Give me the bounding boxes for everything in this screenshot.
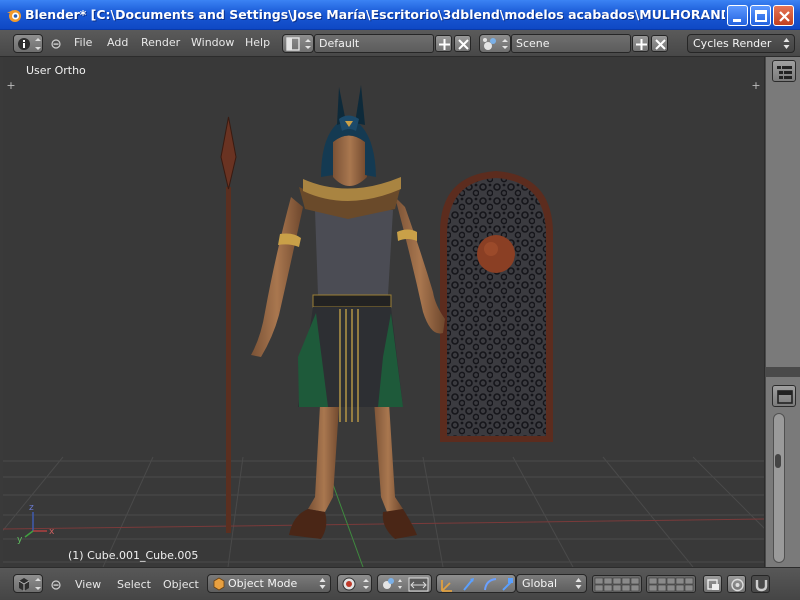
viewport-shading-button[interactable]: [337, 574, 372, 593]
render-layer-icon: [707, 579, 719, 590]
tool-shelf-toggle-icon[interactable]: +: [6, 80, 16, 91]
add-screen-button[interactable]: [435, 35, 452, 52]
menu-window[interactable]: Window: [191, 36, 234, 50]
outliner-icon: [777, 66, 792, 79]
minimize-button[interactable]: [727, 5, 748, 26]
screen-layout-field[interactable]: Default: [314, 34, 434, 53]
right-side-editors: [764, 57, 800, 567]
active-object-label: (1) Cube.001_Cube.005: [68, 549, 199, 562]
render-engine-dropdown[interactable]: Cycles Render: [687, 34, 795, 53]
maximize-button[interactable]: [750, 5, 771, 26]
spear: [220, 116, 237, 533]
magnet-icon: [755, 580, 768, 592]
scene-field[interactable]: Scene: [511, 34, 631, 53]
transform-orientation-dropdown[interactable]: Global: [516, 574, 587, 593]
scrollbar-thumb[interactable]: [775, 454, 781, 468]
chevron-up-down-icon: [783, 38, 790, 49]
axis-x-label: x: [49, 527, 55, 537]
outliner-editor-button[interactable]: [772, 60, 796, 82]
close-icon: [779, 11, 790, 22]
render-engine-label: Cycles Render: [693, 37, 772, 50]
x-icon: [458, 39, 469, 50]
outliner-area[interactable]: [766, 57, 800, 367]
plus-icon: [636, 39, 647, 50]
add-scene-button[interactable]: [632, 35, 649, 52]
3d-view-header: View Select Object Object Mode Global: [0, 567, 800, 600]
axis-z-label: z: [29, 503, 34, 513]
layers-group-1[interactable]: [592, 575, 642, 593]
mode-label: Object Mode: [228, 577, 298, 590]
menu-file[interactable]: File: [74, 36, 92, 50]
transform-manipulators[interactable]: [436, 574, 516, 593]
properties-icon: [777, 390, 793, 404]
3d-view-icon: [18, 578, 41, 591]
proportional-edit-icon: [731, 578, 744, 592]
anubis-warrior: [251, 85, 445, 539]
minimize-icon: [733, 19, 741, 22]
delete-screen-button[interactable]: [454, 35, 471, 52]
layer-buttons-icon: [594, 577, 640, 592]
blender-logo-icon: [7, 10, 21, 22]
editor-type-selector[interactable]: [13, 34, 43, 53]
chevron-up-down-icon: [319, 578, 326, 589]
layers-group-2[interactable]: [646, 575, 696, 593]
info-header: File Add Render Window Help Default Scen…: [0, 30, 800, 57]
menu-object[interactable]: Object: [163, 578, 199, 592]
layer-buttons-icon: [648, 577, 694, 592]
shading-sphere-icon: [342, 577, 369, 591]
properties-toggle-icon[interactable]: +: [751, 80, 761, 91]
close-button[interactable]: [773, 5, 794, 26]
axis-y-label: y: [17, 535, 23, 545]
screen-layout-icon: [286, 37, 311, 51]
info-icon: [18, 38, 41, 50]
menu-select[interactable]: Select: [117, 578, 151, 592]
mode-dropdown[interactable]: Object Mode: [207, 574, 331, 593]
maximize-icon: [755, 10, 767, 22]
chevron-up-down-icon: [575, 578, 582, 589]
menu-add[interactable]: Add: [107, 36, 128, 50]
menu-help[interactable]: Help: [245, 36, 270, 50]
x-icon: [655, 39, 666, 50]
shield: [440, 171, 553, 442]
viewport-scene: z x y: [3, 85, 764, 567]
orientation-label: Global: [522, 577, 558, 590]
menu-render[interactable]: Render: [141, 36, 180, 50]
properties-editor-button[interactable]: [772, 385, 796, 407]
collapse-menus-icon[interactable]: [51, 39, 61, 49]
manipulator-icons: [441, 578, 513, 592]
object-mode-icon: [213, 577, 225, 591]
window-title-bar[interactable]: Blender* [C:\Documents and Settings\Jose…: [0, 0, 800, 30]
pivot-point-button[interactable]: [377, 574, 432, 593]
proportional-editing-button[interactable]: [727, 575, 746, 593]
screen-layout-browse-button[interactable]: [282, 34, 314, 53]
editor-type-selector-3d[interactable]: [13, 574, 43, 593]
collapse-menus-icon[interactable]: [51, 580, 61, 590]
3d-viewport[interactable]: z x y User Ortho (1) Cube.001_Cube.005 +…: [3, 57, 764, 567]
scene-browse-button[interactable]: [479, 34, 511, 53]
scene-icon: [483, 38, 508, 50]
menu-view[interactable]: View: [75, 578, 101, 592]
pivot-icon: [383, 577, 429, 592]
snap-button[interactable]: [751, 575, 770, 593]
delete-scene-button[interactable]: [651, 35, 668, 52]
plus-icon: [439, 39, 450, 50]
window-title: Blender* [C:\Documents and Settings\Jose…: [25, 7, 725, 22]
properties-scrollbar[interactable]: [773, 413, 785, 563]
view-name-label: User Ortho: [26, 64, 86, 77]
lock-layers-button[interactable]: [703, 575, 722, 593]
